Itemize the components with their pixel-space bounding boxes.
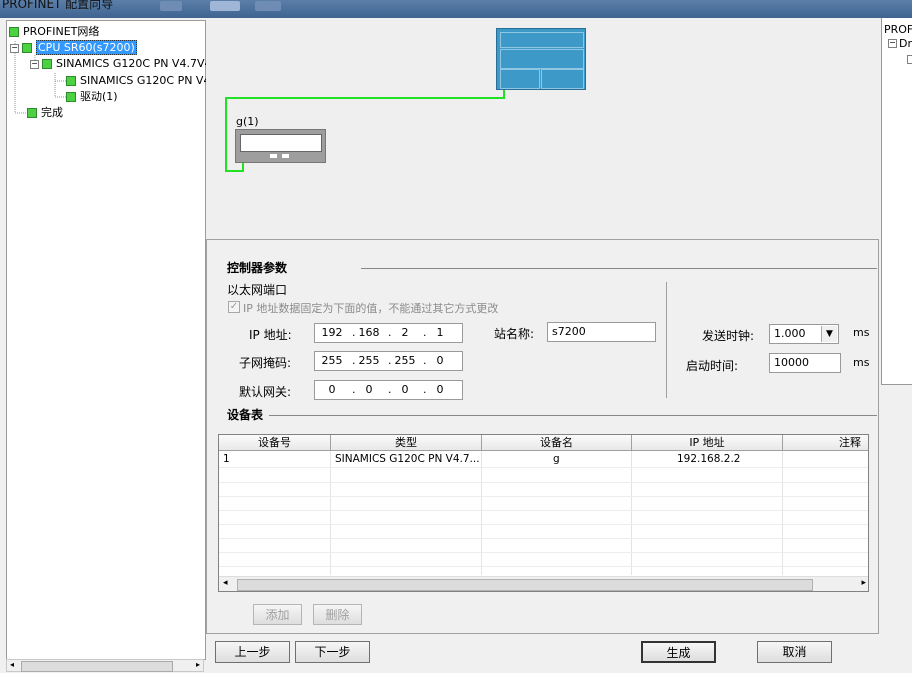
add-button[interactable]: 添加 [253, 604, 302, 625]
column-header[interactable]: 注释 [783, 435, 868, 451]
table-horizontal-scrollbar[interactable]: ◂ ▸ [219, 576, 868, 591]
device-label: g(1) [236, 115, 259, 128]
tree-item-g120c-module[interactable]: SINAMICS G120C PN V4. [66, 73, 214, 89]
ip-label: IP 地址: [249, 328, 292, 342]
section-divider [361, 268, 877, 269]
window-title: PROFINET 配置向导 [2, 0, 114, 11]
title-menu-tab[interactable] [255, 1, 281, 11]
ethernet-port-label: 以太网端口 [227, 283, 288, 297]
plc-device-icon[interactable] [496, 28, 586, 90]
collapse-icon[interactable]: − [30, 59, 39, 69]
right-tree-root[interactable]: PROF [884, 23, 912, 36]
tree-item-finish[interactable]: 完成 [27, 105, 63, 121]
startup-time-unit: ms [853, 356, 870, 369]
device-table: 设备号 类型 设备名 IP 地址 注释 1 SINAMICS G120C PN … [218, 434, 869, 592]
scroll-thumb[interactable] [237, 579, 813, 591]
tree-item-g120c-device[interactable]: − SINAMICS G120C PN V4.7V4 [30, 56, 211, 72]
gateway-label: 默认网关: [239, 385, 292, 399]
startup-time-label: 启动时间: [686, 359, 739, 373]
column-header[interactable]: 设备名 [482, 435, 632, 451]
column-header[interactable]: 设备号 [219, 435, 331, 451]
prev-button[interactable]: 上一步 [215, 641, 290, 663]
green-node-icon [42, 59, 52, 69]
generate-button[interactable]: 生成 [641, 641, 716, 663]
scroll-thumb[interactable] [21, 661, 173, 672]
window-title-bar: PROFINET 配置向导 [0, 0, 912, 18]
fixed-ip-checkbox[interactable]: ✓ [228, 301, 240, 313]
startup-time-field[interactable]: 10000 [769, 353, 841, 373]
network-canvas[interactable]: g(1) [206, 18, 880, 238]
scroll-left-icon[interactable]: ◂ [10, 660, 14, 669]
collapse-icon[interactable]: − [10, 43, 19, 53]
station-name-label: 站名称: [494, 327, 535, 341]
column-header[interactable]: 类型 [331, 435, 482, 451]
subnet-mask-field[interactable]: 255. 255. 255. 0 [314, 351, 463, 371]
profinet-tree: PROFINET网络 − CPU SR60(s7200) − SINAMICS G1… [6, 20, 214, 660]
vertical-divider [666, 282, 667, 398]
column-header[interactable]: IP 地址 [632, 435, 783, 451]
right-tree-child[interactable]: Dr [899, 37, 912, 50]
send-clock-label: 发送时钟: [702, 329, 755, 343]
green-node-icon [9, 27, 19, 37]
title-menu-tab[interactable] [210, 1, 240, 11]
send-clock-select[interactable]: 1.000 ▼ [769, 324, 839, 344]
delete-button[interactable]: 删除 [313, 604, 362, 625]
subnet-label: 子网掩码: [239, 356, 292, 370]
scroll-left-icon[interactable]: ◂ [223, 578, 228, 588]
cancel-button[interactable]: 取消 [757, 641, 832, 663]
send-clock-unit: ms [853, 326, 870, 339]
station-name-field[interactable]: s7200 [547, 322, 656, 342]
tree-item-profinet-network[interactable]: PROFINET网络 [9, 24, 99, 40]
next-button[interactable]: 下一步 [295, 641, 370, 663]
scroll-right-icon[interactable]: ▸ [861, 578, 866, 588]
table-section-divider [269, 415, 877, 416]
ip-address-field[interactable]: 192. 168. 2. 1 [314, 323, 463, 343]
green-node-icon [27, 108, 37, 118]
table-row[interactable]: 1 SINAMICS G120C PN V4.7... g 192.168.2.… [219, 452, 868, 467]
dropdown-arrow-icon[interactable]: ▼ [821, 326, 837, 342]
fixed-ip-label: IP 地址数据固定为下面的值，不能通过其它方式更改 [243, 302, 499, 315]
scroll-right-icon[interactable]: ▸ [196, 660, 200, 669]
tree-horizontal-scrollbar[interactable]: ◂ ▸ [6, 659, 204, 672]
collapse-icon[interactable]: − [888, 39, 897, 48]
green-node-icon [22, 43, 32, 53]
right-tree-pane: PROF − Dr [881, 18, 912, 385]
device-table-title: 设备表 [227, 408, 264, 422]
gateway-field[interactable]: 0. 0. 0. 0 [314, 380, 463, 400]
tree-item-cpu[interactable]: − CPU SR60(s7200) [10, 40, 137, 56]
expand-icon[interactable] [907, 55, 912, 64]
green-node-icon [66, 76, 76, 86]
section-title: 控制器参数 [227, 261, 288, 275]
tree-item-drive[interactable]: 驱动(1) [66, 89, 118, 105]
drive-device-icon[interactable] [235, 129, 326, 163]
green-node-icon [66, 92, 76, 102]
title-menu-tab[interactable] [160, 1, 182, 11]
